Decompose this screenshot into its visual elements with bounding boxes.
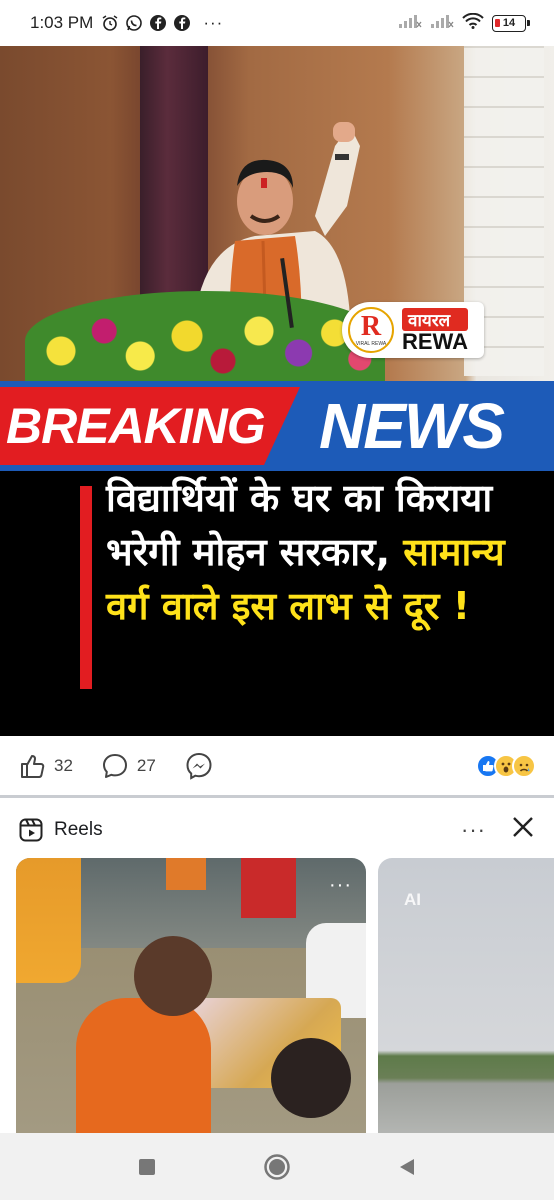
battery-icon: 14 bbox=[492, 14, 530, 32]
logo-top-text: वायरल bbox=[402, 307, 468, 331]
comment-icon bbox=[102, 753, 127, 778]
messenger-icon bbox=[186, 752, 212, 780]
status-time: 1:03 PM bbox=[30, 13, 94, 32]
like-button[interactable]: 32 bbox=[18, 752, 73, 780]
reels-header: Reels ··· bbox=[0, 806, 554, 854]
reel-scene-chairs bbox=[241, 858, 296, 918]
facebook-icon bbox=[173, 14, 191, 32]
viral-rewa-logo: R VIRAL REWA वायरल REWA bbox=[342, 302, 484, 358]
close-icon bbox=[513, 817, 533, 837]
reel-thumbnail[interactable]: ··· bbox=[16, 858, 366, 1133]
comment-button[interactable]: 27 bbox=[101, 752, 156, 780]
reel-scene-person-head bbox=[271, 1038, 351, 1118]
reels-close-button[interactable] bbox=[512, 816, 534, 844]
back-triangle-icon bbox=[400, 1158, 414, 1175]
sad-icon bbox=[512, 753, 536, 778]
whatsapp-icon bbox=[125, 14, 143, 32]
circle-icon bbox=[264, 1153, 290, 1180]
post-actions: 32 27 bbox=[0, 736, 554, 798]
alarm-icon bbox=[101, 14, 119, 32]
post-image[interactable]: R VIRAL REWA वायरल REWA BREAKING NEWS वि… bbox=[0, 46, 554, 736]
reel-scene-person-body bbox=[76, 998, 211, 1133]
recents-button[interactable] bbox=[132, 1152, 162, 1182]
breaking-banner: BREAKING bbox=[0, 387, 300, 465]
logo-bottom-text: REWA bbox=[402, 328, 468, 354]
reels-more-button[interactable]: ··· bbox=[461, 817, 486, 843]
status-bar: 1:03 PM ··· 14 bbox=[0, 0, 554, 46]
thumbs-up-icon bbox=[21, 754, 45, 778]
home-button[interactable] bbox=[262, 1152, 292, 1182]
news-banner: NEWS bbox=[268, 381, 554, 471]
headline-accent-bar bbox=[80, 486, 92, 689]
wifi-icon bbox=[462, 12, 484, 34]
back-button[interactable] bbox=[392, 1152, 422, 1182]
reel-more-button[interactable]: ··· bbox=[329, 874, 352, 897]
headline: विद्यार्थियों के घर का किराया भरेगी मोहन… bbox=[106, 471, 546, 633]
reel-scene-figure bbox=[166, 858, 206, 890]
system-nav-bar bbox=[0, 1133, 554, 1200]
reels-title: Reels bbox=[54, 819, 103, 840]
like-count: 32 bbox=[54, 755, 73, 775]
logo-letter: R bbox=[360, 311, 382, 342]
facebook-icon bbox=[149, 14, 167, 32]
messenger-share-button[interactable] bbox=[184, 751, 222, 781]
logo-sub: VIRAL REWA bbox=[355, 341, 387, 347]
breaking-text: BREAKING bbox=[6, 398, 266, 454]
ai-label: AI bbox=[404, 890, 421, 909]
signal-icon bbox=[430, 13, 454, 33]
square-icon bbox=[139, 1158, 155, 1175]
status-more: ··· bbox=[203, 13, 224, 32]
reaction-summary[interactable] bbox=[476, 753, 536, 778]
reel-thumbnail[interactable]: AI bbox=[378, 858, 554, 1133]
signal-icon bbox=[398, 13, 422, 33]
logo-mark: R VIRAL REWA bbox=[348, 307, 394, 353]
reel-scene-figure bbox=[16, 858, 81, 983]
flower-bouquet bbox=[25, 291, 385, 391]
battery-level: 14 bbox=[502, 17, 516, 29]
reel-scene-person-head bbox=[134, 936, 212, 1016]
reels-icon bbox=[19, 818, 43, 842]
news-text: NEWS bbox=[319, 390, 505, 462]
comment-count: 27 bbox=[136, 755, 156, 775]
